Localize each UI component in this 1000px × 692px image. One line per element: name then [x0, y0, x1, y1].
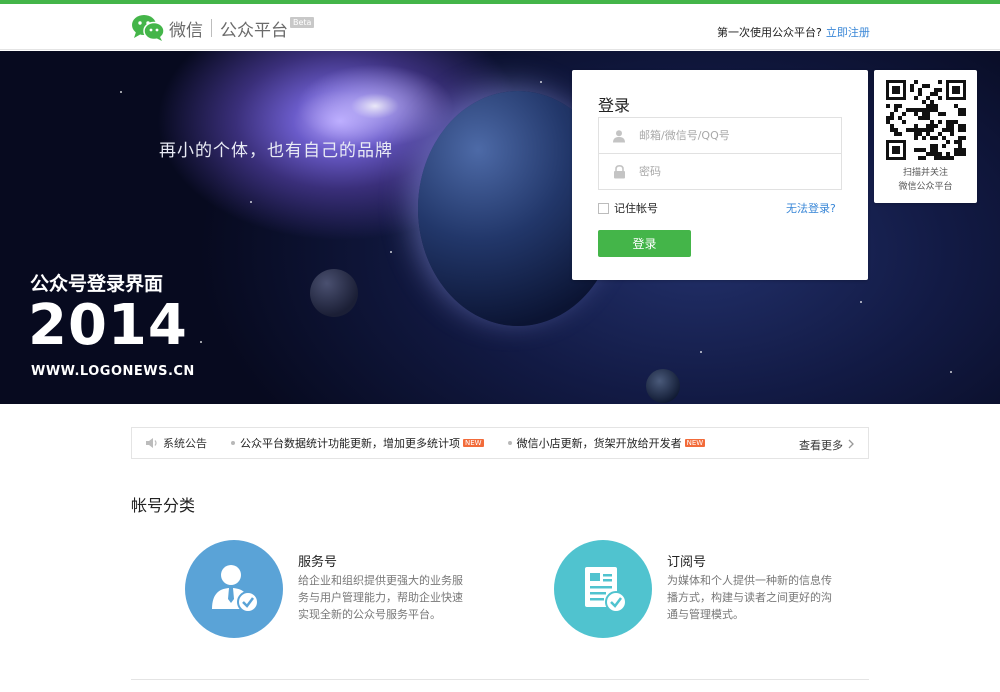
remember-checkbox[interactable]: [598, 202, 609, 214]
account-type-subscription[interactable]: 订阅号 为媒体和个人提供一种新的信息传播方式，构建与读者之间更好的沟通与管理模式…: [554, 540, 874, 640]
promo-site: WWW.LOGONEWS.CN: [31, 364, 195, 379]
notice-label: 系统公告: [163, 437, 207, 450]
register-link[interactable]: 立即注册: [826, 26, 870, 39]
new-badge: NEW: [684, 439, 706, 447]
logo-divider: [211, 19, 212, 37]
lock-icon: [599, 154, 639, 189]
beta-badge: Beta: [290, 16, 315, 28]
account-type-name: 服务号: [298, 555, 338, 570]
star: [120, 91, 122, 93]
password-field[interactable]: [598, 153, 842, 190]
banner-slogan: 再小的个体，也有自己的品牌: [159, 141, 393, 161]
view-more-label: 查看更多: [799, 439, 843, 452]
system-notice-bar: 系统公告 公众平台数据统计功能更新，增加更多统计项 NEW 微信小店更新，货架开…: [131, 427, 869, 459]
login-title: 登录: [598, 96, 631, 115]
star: [950, 371, 952, 373]
planet-small: [310, 269, 358, 317]
remember-account[interactable]: 记住帐号: [598, 200, 658, 216]
star: [860, 301, 862, 303]
view-more-link[interactable]: 查看更多: [799, 437, 854, 453]
user-icon: [599, 118, 639, 153]
first-time-text: 第一次使用公众平台?: [717, 26, 822, 39]
subscription-doc-icon: [554, 540, 652, 638]
promo-year: 2014: [28, 293, 188, 358]
bullet-icon: [231, 441, 235, 445]
star: [200, 341, 202, 343]
star: [250, 201, 252, 203]
service-user-icon: [185, 540, 283, 638]
forgot-login-link[interactable]: 无法登录?: [786, 200, 836, 216]
notice-item[interactable]: 微信小店更新，货架开放给开发者 NEW: [507, 435, 706, 451]
password-input[interactable]: [639, 165, 829, 178]
star: [700, 351, 702, 353]
qr-caption-line1: 扫描并关注: [902, 168, 948, 178]
qr-caption-line2: 微信公众平台: [898, 182, 953, 192]
header: 微信 公众平台 Beta 第一次使用公众平台? 立即注册: [0, 4, 1000, 50]
bullet-icon: [507, 441, 512, 445]
qr-code-icon: [886, 80, 966, 160]
register-prompt: 第一次使用公众平台? 立即注册: [717, 24, 870, 40]
account-type-desc: 给企业和组织提供更强大的业务服务与用户管理能力，帮助企业快速实现全新的公众号服务…: [298, 574, 463, 621]
account-type-name: 订阅号: [667, 555, 707, 570]
remember-label: 记住帐号: [614, 202, 658, 215]
logo-wechat-text: 微信: [169, 20, 203, 41]
logo[interactable]: 微信 公众平台 Beta: [131, 14, 315, 42]
logo-platform-text: 公众平台: [220, 20, 288, 41]
account-input[interactable]: [639, 129, 829, 142]
notice-item-text: 微信小店更新，货架开放给开发者: [516, 437, 682, 450]
login-button[interactable]: 登录: [598, 230, 691, 257]
account-field[interactable]: [598, 117, 842, 154]
planet-tiny: [646, 369, 680, 403]
qr-panel: 扫描并关注 微信公众平台: [874, 70, 977, 203]
account-type-service[interactable]: 服务号 给企业和组织提供更强大的业务服务与用户管理能力，帮助企业快速实现全新的公…: [185, 540, 505, 640]
account-types-title: 帐号分类: [131, 496, 196, 515]
notice-item[interactable]: 公众平台数据统计功能更新，增加更多统计项 NEW: [231, 435, 484, 451]
promo-title: 公众号登录界面: [30, 273, 164, 295]
account-type-desc: 为媒体和个人提供一种新的信息传播方式，构建与读者之间更好的沟通与管理模式。: [667, 574, 832, 621]
chevron-right-icon: [848, 439, 854, 452]
star: [390, 251, 392, 253]
qr-caption: 扫描并关注 微信公众平台: [874, 166, 977, 194]
star: [540, 81, 542, 83]
login-panel: 登录 记住帐号 无法登录? 登录: [572, 70, 868, 280]
wechat-logo-icon: [131, 14, 165, 42]
bottom-divider: [131, 679, 869, 680]
new-badge: NEW: [463, 439, 484, 447]
speaker-icon: [145, 436, 159, 450]
notice-item-text: 公众平台数据统计功能更新，增加更多统计项: [240, 437, 460, 450]
